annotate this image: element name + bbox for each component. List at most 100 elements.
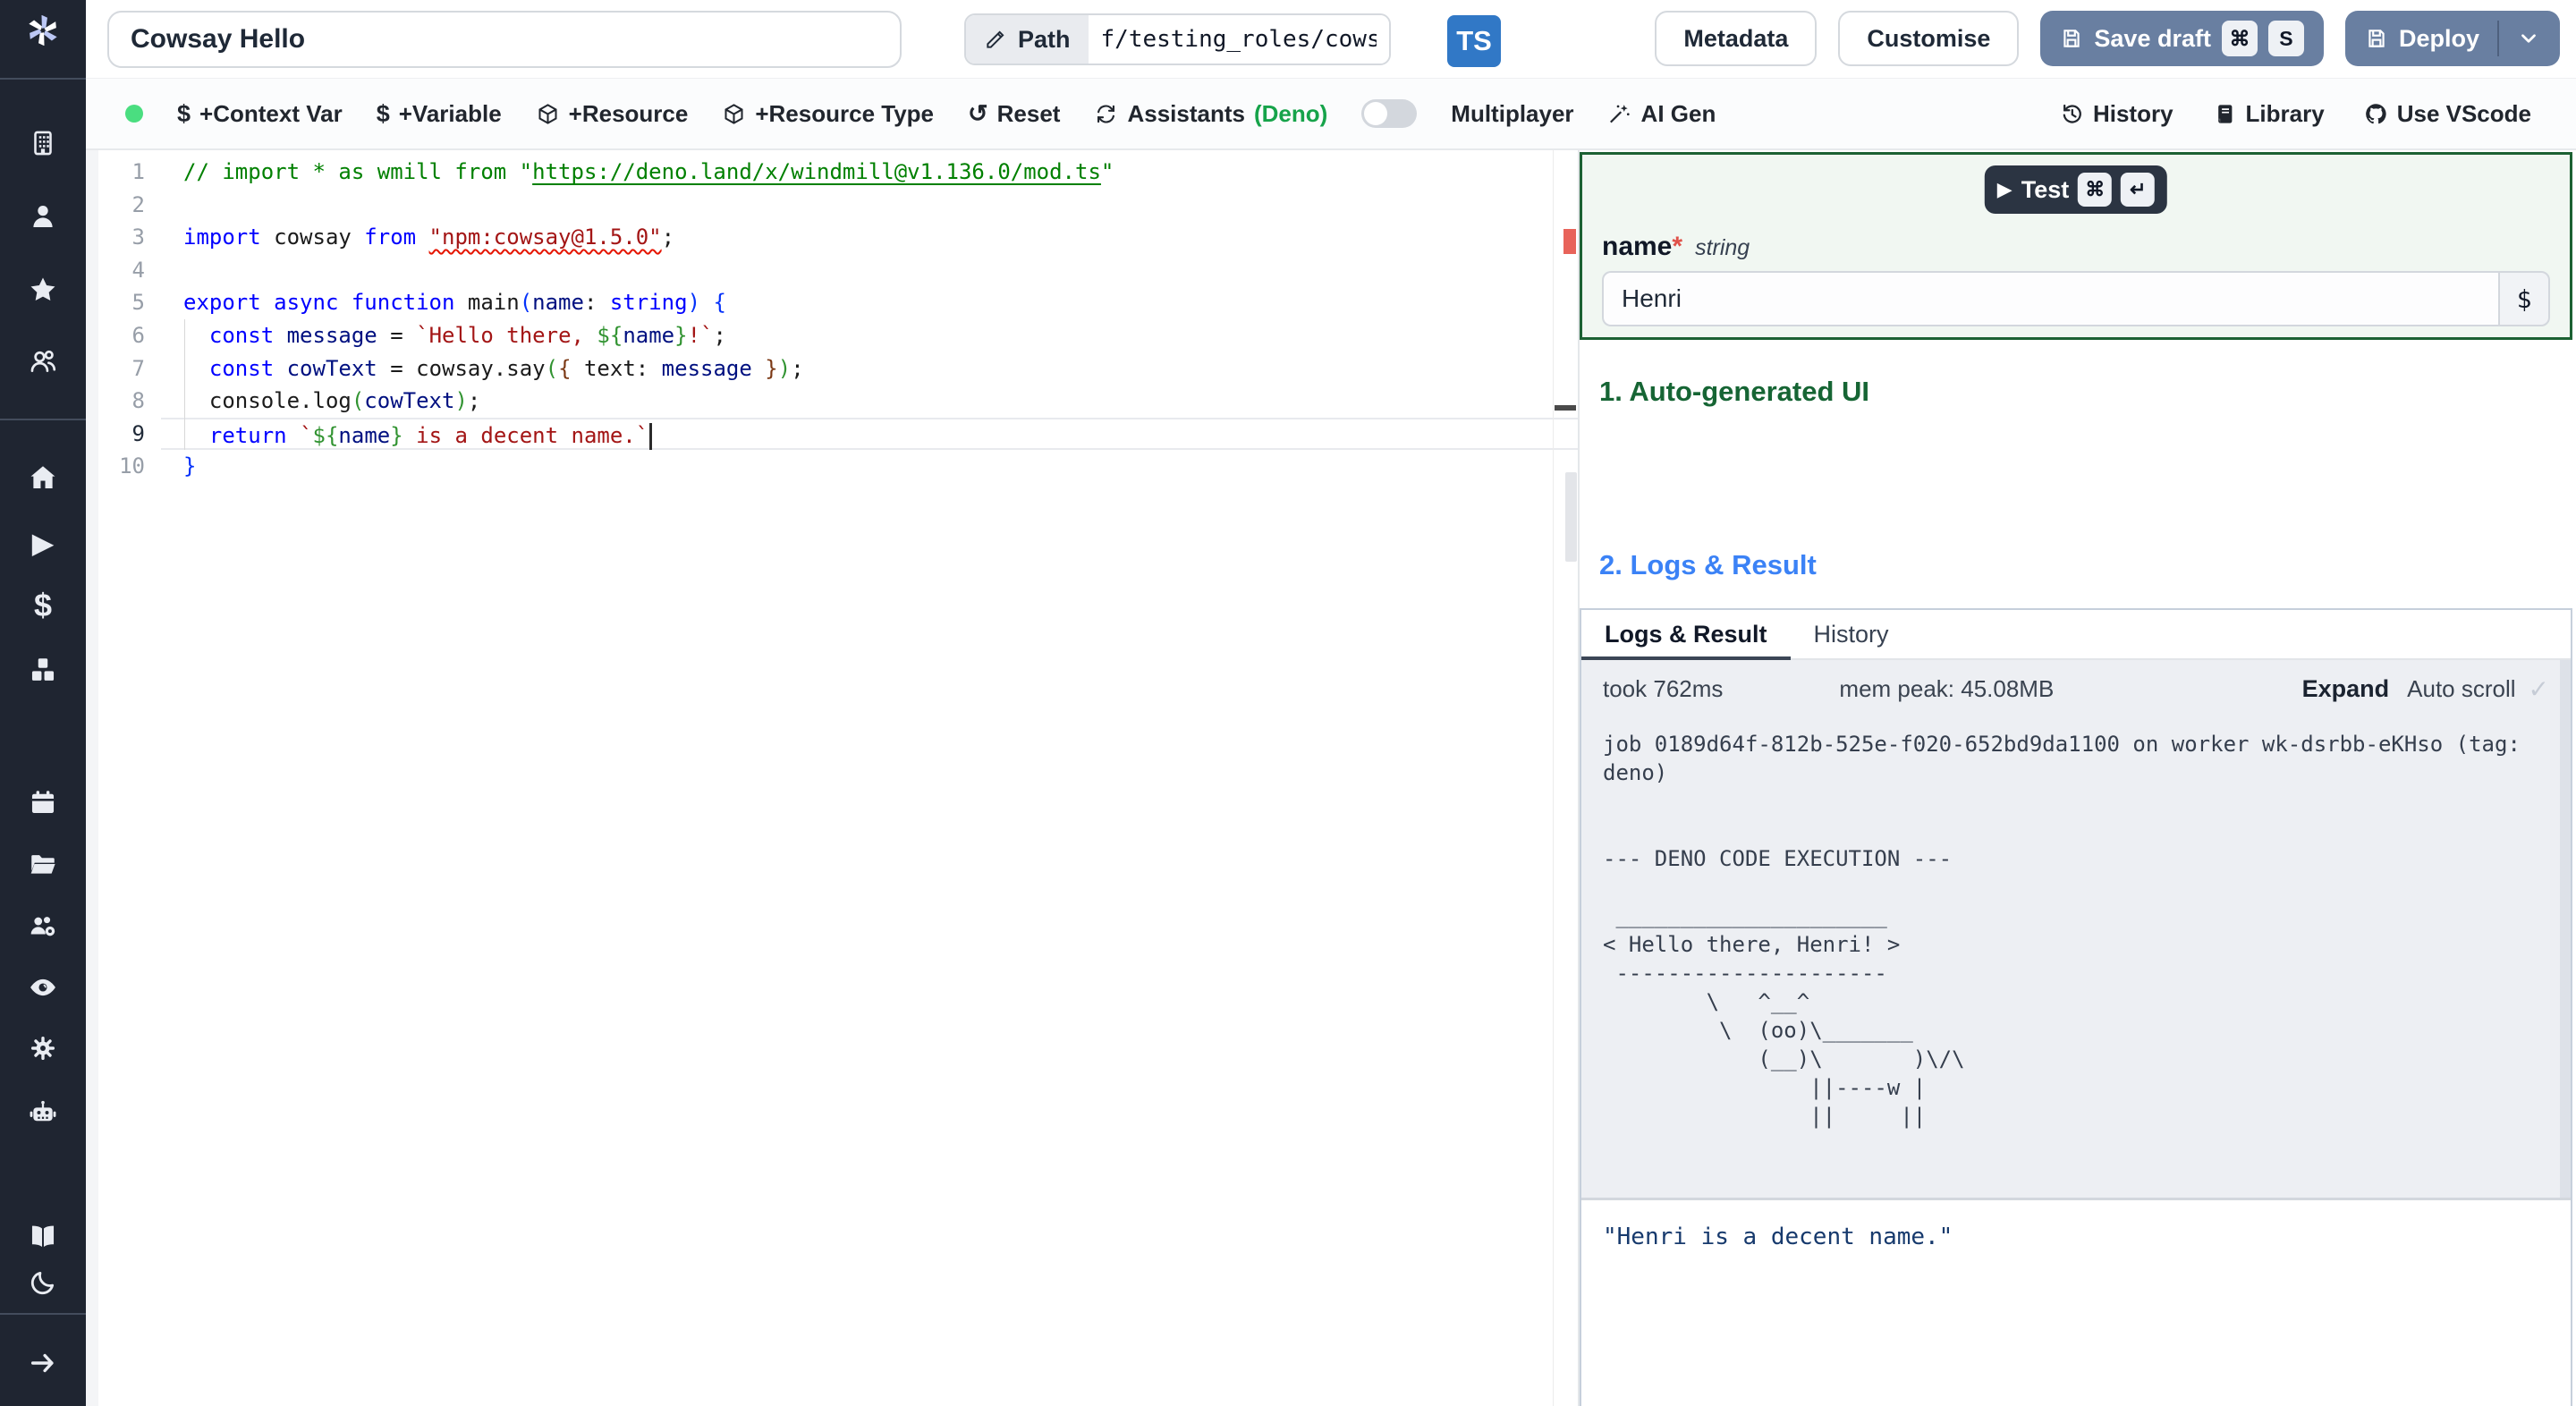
pencil-icon — [987, 30, 1004, 48]
toolbar-right: History Library Use VScode — [2060, 100, 2531, 128]
text-cursor — [649, 422, 653, 450]
package-icon — [538, 103, 557, 124]
editor-toolbar: $ +Context Var $ +Variable +Resource +Re… — [86, 79, 2576, 150]
log-scrollbar[interactable] — [2560, 660, 2571, 1198]
workspace-building-icon[interactable] — [23, 123, 63, 163]
code-editor[interactable]: 1 2 3 4 5 6 7 8 9 10 // import * as wmill from "h… — [86, 150, 1578, 1406]
tab-logs-result[interactable]: Logs & Result — [1581, 610, 1791, 660]
metadata-button[interactable]: Metadata — [1655, 11, 1818, 66]
code-line[interactable] — [161, 254, 1578, 287]
code-line[interactable]: export async function main(name: string)… — [161, 286, 1578, 319]
resources-cubes-icon[interactable] — [23, 650, 63, 690]
code-line[interactable]: console.log(cowText); — [161, 385, 1578, 418]
path-button[interactable]: Path — [966, 15, 1089, 64]
top-header: Path TS Metadata Customise Save draft ⌘ … — [86, 0, 2576, 79]
kbd-cmd: ⌘ — [2221, 21, 2258, 56]
user-icon[interactable] — [23, 197, 63, 236]
reset-button[interactable]: ↺ Reset — [968, 100, 1060, 128]
editor-lines[interactable]: // import * as wmill from "https://deno.… — [161, 156, 1578, 483]
audit-eye-icon[interactable] — [23, 968, 63, 1007]
dark-mode-moon-icon[interactable] — [23, 1263, 63, 1302]
code-line[interactable]: const cowText = cowsay.say({ text: messa… — [161, 352, 1578, 385]
variables-dollar-icon[interactable]: $ — [23, 586, 63, 625]
code-line[interactable] — [161, 189, 1578, 222]
settings-gear-icon[interactable] — [23, 1029, 63, 1068]
script-title-input[interactable] — [107, 11, 902, 68]
book-icon — [2217, 104, 2232, 123]
insert-variable-button[interactable]: $ — [2498, 271, 2550, 326]
assistants-label: Assistants — [1127, 99, 1245, 127]
typescript-badge: TS — [1447, 15, 1501, 67]
toolbar-left: $ +Context Var $ +Variable +Resource +Re… — [125, 99, 2060, 128]
schedules-calendar-icon[interactable] — [23, 783, 63, 822]
editor-scrollbar-thumb[interactable] — [1565, 472, 1577, 562]
add-resource-type-button[interactable]: +Resource Type — [722, 100, 934, 128]
tab-history[interactable]: History — [1791, 610, 1912, 658]
folders-icon[interactable] — [23, 844, 63, 884]
favorites-star-icon[interactable] — [23, 270, 63, 309]
expand-button[interactable]: Expand — [2302, 675, 2390, 703]
add-resource-button[interactable]: +Resource — [536, 100, 688, 128]
windmill-script-editor: ▶ $ Cowsay Hello Path f/testing_roles/co… — [0, 0, 2576, 1406]
deploy-button[interactable]: Deploy — [2344, 11, 2560, 66]
code-line[interactable]: return `${name} is a decent name.` — [161, 417, 1578, 451]
section-heading-auto-ui: 1. Auto-generated UI — [1599, 376, 1869, 407]
history-button[interactable]: History — [2060, 100, 2174, 128]
job-log-output: job 0189d64f-812b-525e-f020-652bd9da1100… — [1581, 717, 2571, 1198]
schema-form-box: ▶ Test ⌘ ↵ name* string $ — [1580, 152, 2572, 340]
workers-robot-icon[interactable] — [23, 1093, 63, 1132]
sidebar-divider — [0, 78, 86, 80]
name-field-input[interactable] — [1602, 271, 2498, 326]
runs-play-icon[interactable]: ▶ — [23, 523, 63, 563]
code-line[interactable]: import cowsay from "npm:cowsay@1.5.0"; — [161, 221, 1578, 254]
required-marker: * — [1672, 232, 1683, 261]
kbd-enter: ↵ — [2121, 173, 2156, 207]
code-line[interactable]: // import * as wmill from "https://deno.… — [161, 156, 1578, 189]
field-input-row: $ — [1602, 271, 2550, 326]
expand-sidebar-arrow-icon[interactable] — [23, 1343, 63, 1383]
assistants-button[interactable]: Assistants (Deno) — [1094, 100, 1327, 128]
section-heading-logs-result: 2. Logs & Result — [1599, 549, 1817, 580]
job-result-output: "Henri is a decent name." — [1581, 1200, 2571, 1274]
home-icon[interactable] — [23, 458, 63, 497]
ai-gen-button[interactable]: AI Gen — [1608, 100, 1716, 128]
members-users-icon[interactable] — [23, 342, 63, 381]
reset-label: Reset — [996, 99, 1061, 127]
history-clock-icon — [2063, 104, 2081, 123]
auto-scroll-label: Auto scroll — [2407, 674, 2516, 702]
add-resource-type-label: +Resource Type — [755, 99, 935, 127]
field-type-label: string — [1695, 235, 1750, 260]
overview-ruler[interactable] — [1553, 150, 1578, 1406]
multiplayer-toggle[interactable] — [1361, 99, 1418, 128]
add-variable-label: +Variable — [398, 99, 502, 127]
right-panel: ▶ Test ⌘ ↵ name* string $ 1. Auto-genera… — [1580, 150, 2576, 1406]
logs-result-card: Logs & Result History took 762ms mem pea… — [1580, 608, 2572, 1406]
line-number: 10 — [119, 453, 145, 479]
code-line[interactable]: const message = `Hello there, ${name}!`; — [161, 319, 1578, 352]
test-label: Test — [2021, 175, 2070, 203]
add-context-var-button[interactable]: $ +Context Var — [177, 100, 343, 128]
test-button[interactable]: ▶ Test ⌘ ↵ — [1984, 165, 2168, 214]
library-button[interactable]: Library — [2213, 100, 2325, 128]
line-number: 9 — [131, 420, 145, 446]
path-input[interactable] — [1088, 15, 1389, 64]
code-line[interactable]: } — [161, 450, 1578, 483]
windmill-logo-icon[interactable] — [23, 11, 63, 50]
save-icon — [2063, 30, 2080, 47]
add-variable-button[interactable]: $ +Variable — [377, 100, 502, 128]
deploy-label: Deploy — [2398, 24, 2479, 52]
logs-tabs: Logs & Result History — [1581, 610, 2571, 660]
groups-users-gear-icon[interactable] — [23, 907, 63, 946]
docs-book-icon[interactable] — [23, 1216, 63, 1256]
line-number: 6 — [131, 322, 145, 348]
customise-button[interactable]: Customise — [1838, 11, 2020, 66]
line-number: 1 — [131, 159, 145, 184]
save-draft-button[interactable]: Save draft ⌘ S — [2040, 11, 2324, 66]
assistants-lang-label: (Deno) — [1253, 99, 1328, 127]
path-group: Path — [964, 13, 1391, 65]
chevron-down-icon[interactable] — [2517, 27, 2540, 50]
auto-scroll-toggle[interactable]: Auto scroll ✓ — [2407, 674, 2549, 704]
sidebar-divider — [0, 419, 86, 420]
kbd-s: S — [2267, 21, 2304, 56]
use-vscode-button[interactable]: Use VScode — [2364, 100, 2531, 128]
